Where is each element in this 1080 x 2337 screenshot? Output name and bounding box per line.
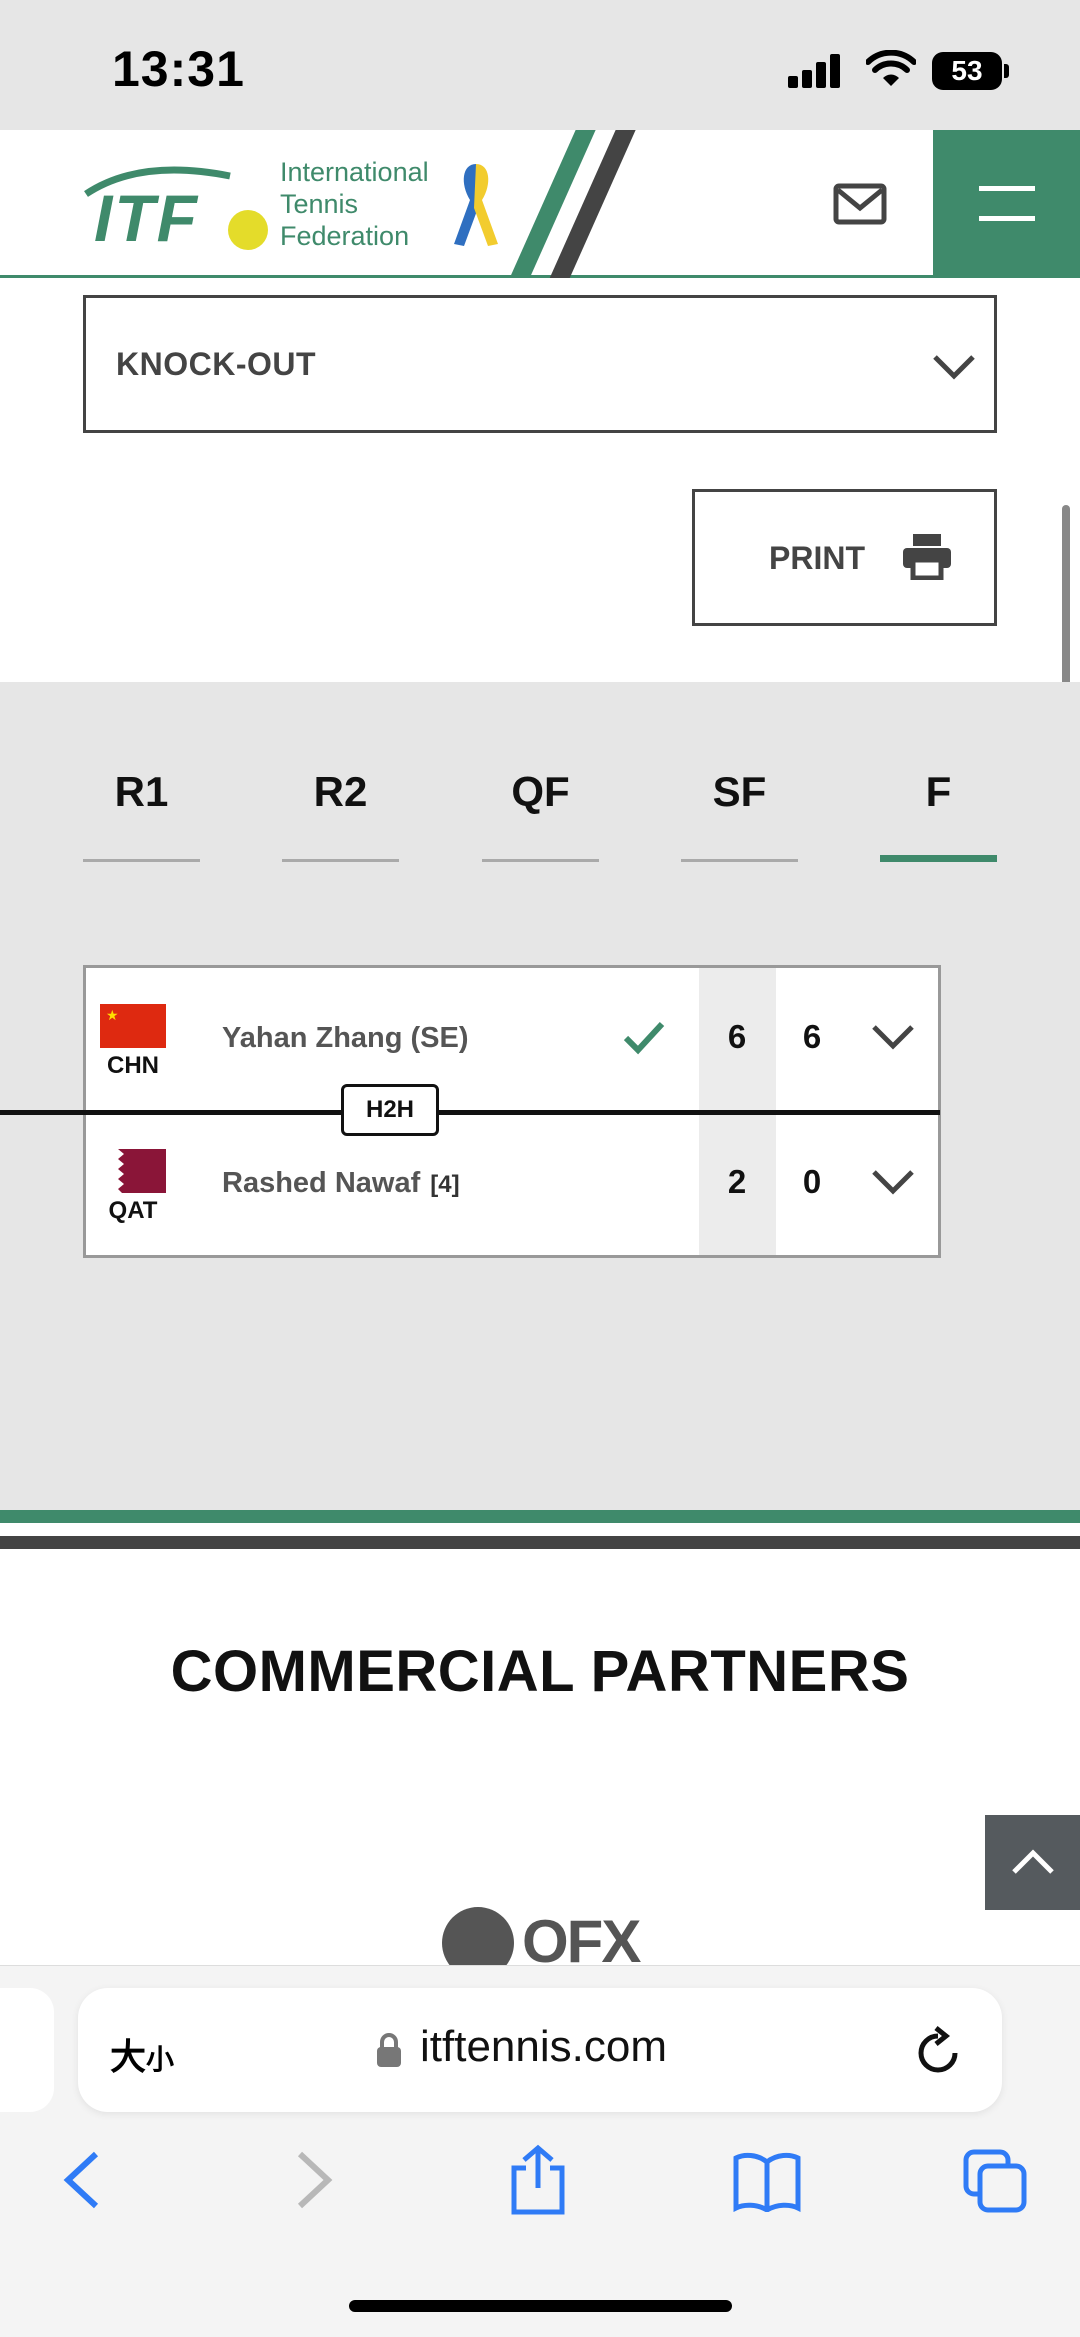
player-name-text: Yahan Zhang (SE) bbox=[222, 1022, 469, 1054]
qatar-flag-icon bbox=[100, 1149, 166, 1193]
set-score: 2 bbox=[727, 1163, 747, 1200]
logo-letters: ITF bbox=[94, 181, 199, 255]
tab-qf[interactable]: QF bbox=[482, 762, 599, 862]
set-score: 0 bbox=[802, 1163, 822, 1200]
chevron-down-icon bbox=[933, 355, 975, 380]
org-line: International bbox=[280, 157, 429, 187]
player-seed: [4] bbox=[430, 1171, 460, 1198]
url-text: itftennis.com bbox=[420, 2022, 667, 2071]
itf-logo[interactable]: ITF bbox=[80, 158, 280, 255]
tab-underline bbox=[83, 859, 200, 862]
ukraine-ribbon-icon bbox=[454, 164, 498, 246]
tab-f[interactable]: F bbox=[880, 762, 997, 862]
player-name-text: Rashed Nawaf bbox=[222, 1167, 421, 1199]
header-stripes bbox=[500, 130, 650, 278]
tab-underline bbox=[282, 859, 399, 862]
battery-level: 53 bbox=[932, 52, 1002, 90]
status-bar: 13:31 53 bbox=[0, 0, 1080, 130]
reload-icon[interactable] bbox=[914, 2026, 962, 2078]
draw-area: R1 R2 QF SF F ★ CHN Yahan Zhang (SE) 6 6… bbox=[0, 682, 1080, 1510]
previous-tab-preview[interactable] bbox=[0, 1988, 54, 2112]
tab-r2[interactable]: R2 bbox=[282, 762, 399, 862]
footer-dark-band bbox=[0, 1536, 1080, 1549]
winner-check-icon bbox=[623, 1021, 665, 1055]
org-line: Federation bbox=[280, 221, 410, 251]
tab-label: R2 bbox=[313, 768, 368, 815]
text-size-small: 小 bbox=[146, 2044, 175, 2075]
china-flag-icon: ★ bbox=[100, 1004, 166, 1048]
tennis-ball-icon bbox=[228, 210, 268, 250]
chevron-down-icon[interactable] bbox=[871, 1024, 915, 1050]
cellular-signal-icon bbox=[788, 52, 848, 88]
ofx-partner-logo[interactable]: OFX bbox=[442, 1905, 662, 1965]
back-icon[interactable] bbox=[58, 2148, 104, 2212]
svg-text:★: ★ bbox=[106, 1008, 119, 1024]
player-name: Yahan Zhang (SE) bbox=[222, 1022, 469, 1055]
text-size-button[interactable]: 大小 bbox=[110, 2028, 174, 2080]
draw-type-value: KNOCK-OUT bbox=[116, 346, 317, 382]
ofx-logo-text: OFX bbox=[522, 1908, 641, 1965]
player-row[interactable]: QAT Rashed Nawaf [4] 2 0 bbox=[86, 1113, 938, 1256]
org-line: Tennis bbox=[280, 189, 359, 219]
tab-label: SF bbox=[712, 768, 767, 815]
tabs-icon[interactable] bbox=[962, 2148, 1028, 2214]
mail-icon[interactable] bbox=[832, 182, 888, 226]
forward-icon[interactable] bbox=[292, 2148, 338, 2212]
country-code: QAT bbox=[108, 1197, 158, 1224]
battery-tip bbox=[1004, 64, 1009, 78]
lock-icon bbox=[377, 2033, 401, 2067]
player-name: Rashed Nawaf [4] bbox=[222, 1167, 460, 1200]
partners-title: COMMERCIAL PARTNERS bbox=[170, 1639, 910, 1704]
printer-icon bbox=[903, 534, 951, 580]
site-header: ITF International Tennis Federation bbox=[0, 130, 1080, 278]
set-score: 6 bbox=[727, 1018, 747, 1055]
chevron-up-icon bbox=[1012, 1849, 1054, 1874]
set-score: 6 bbox=[802, 1018, 822, 1055]
tab-underline-active bbox=[880, 855, 997, 862]
bookmarks-icon[interactable] bbox=[732, 2152, 802, 2212]
text-size-large: 大 bbox=[110, 2036, 147, 2077]
tab-underline bbox=[482, 859, 599, 862]
status-time: 13:31 bbox=[112, 41, 245, 97]
h2h-button[interactable]: H2H bbox=[341, 1084, 439, 1136]
chevron-down-icon[interactable] bbox=[871, 1169, 915, 1195]
print-button[interactable]: PRINT bbox=[692, 489, 997, 626]
tab-sf[interactable]: SF bbox=[681, 762, 798, 862]
menu-button[interactable] bbox=[933, 130, 1080, 278]
tab-underline bbox=[681, 859, 798, 862]
org-name: International Tennis Federation bbox=[280, 156, 429, 252]
wifi-icon bbox=[866, 50, 916, 86]
player-row[interactable]: ★ CHN Yahan Zhang (SE) 6 6 bbox=[86, 968, 938, 1111]
bracket-line bbox=[0, 1110, 940, 1115]
back-to-top-button[interactable] bbox=[985, 1815, 1080, 1910]
home-indicator[interactable] bbox=[349, 2300, 732, 2312]
browser-toolbar: 大小 itftennis.com bbox=[0, 1965, 1080, 2337]
footer-green-band bbox=[0, 1510, 1080, 1523]
share-icon[interactable] bbox=[508, 2144, 568, 2216]
tab-label: QF bbox=[511, 768, 570, 815]
draw-type-select[interactable]: KNOCK-OUT bbox=[83, 295, 997, 433]
tab-label: R1 bbox=[114, 768, 169, 815]
print-label: PRINT bbox=[769, 540, 865, 576]
country-code: CHN bbox=[107, 1052, 159, 1079]
address-bar[interactable]: 大小 itftennis.com bbox=[78, 1988, 1002, 2112]
tab-label: F bbox=[925, 768, 952, 815]
tab-r1[interactable]: R1 bbox=[83, 762, 200, 862]
ofx-mark-icon bbox=[442, 1907, 514, 1965]
